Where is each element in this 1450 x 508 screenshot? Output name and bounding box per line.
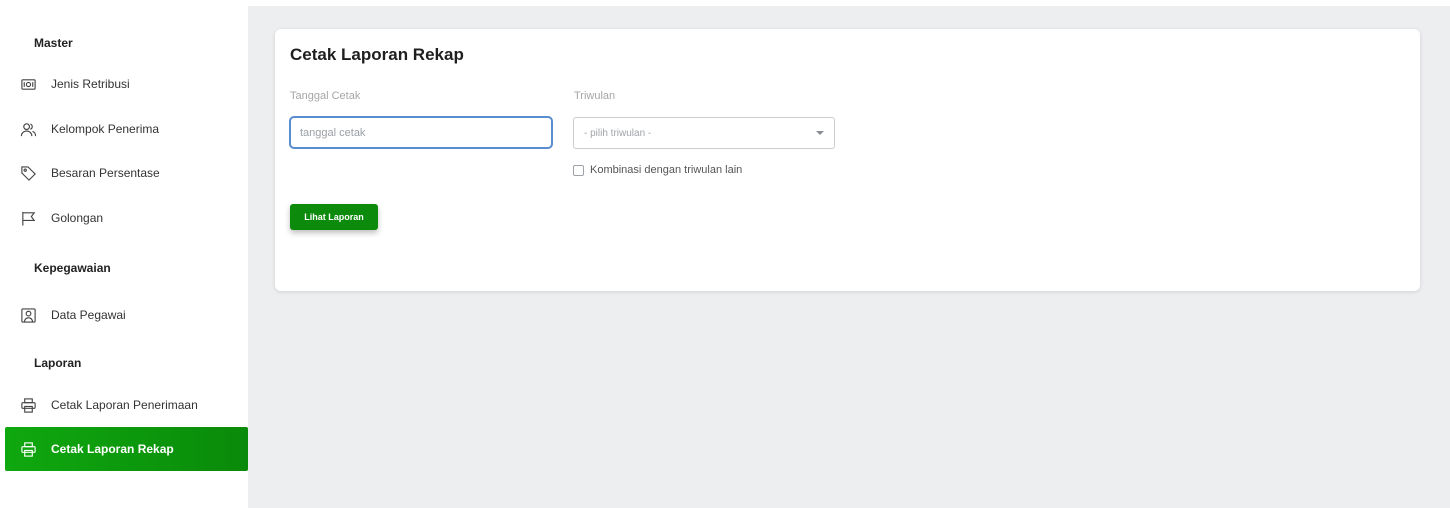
combine-quarter-checkbox[interactable] [573, 164, 584, 176]
printer-icon [19, 396, 37, 414]
chevron-down-icon [816, 131, 824, 135]
report-card: Cetak Laporan Rekap Tanggal Cetak Triwul… [275, 29, 1420, 291]
sidebar-item-cetak-laporan-rekap[interactable]: Cetak Laporan Rekap [5, 427, 248, 471]
sidebar-item-golongan[interactable]: Golongan [5, 196, 248, 240]
printer-icon [19, 440, 37, 458]
date-field-label: Tanggal Cetak [290, 90, 361, 102]
main-content: Cetak Laporan Rekap Tanggal Cetak Triwul… [248, 6, 1450, 508]
sidebar-item-label: Cetak Laporan Penerimaan [51, 398, 198, 412]
sidebar-item-kelompok-penerima[interactable]: Kelompok Penerima [5, 107, 248, 151]
sidebar-item-besaran-persentase[interactable]: Besaran Persentase [5, 151, 248, 195]
sidebar-item-label: Golongan [51, 211, 104, 225]
combine-quarter-option: Kombinasi dengan triwulan lain [573, 164, 742, 176]
sidebar-item-label: Data Pegawai [51, 308, 126, 322]
section-title-laporan: Laporan [34, 356, 82, 370]
quarter-select[interactable]: - pilih triwulan - [573, 117, 835, 149]
sidebar-item-label: Kelompok Penerima [51, 122, 160, 136]
page-title: Cetak Laporan Rekap [290, 45, 464, 64]
sidebar-item-data-pegawai[interactable]: Data Pegawai [5, 293, 248, 337]
flag-icon [19, 209, 37, 227]
sidebar-item-cetak-laporan-penerimaan[interactable]: Cetak Laporan Penerimaan [5, 383, 248, 427]
combine-quarter-label: Kombinasi dengan triwulan lain [590, 164, 743, 176]
sidebar: Master Jenis Retribusi Kelompok Penerima [0, 0, 248, 508]
sidebar-item-label: Cetak Laporan Rekap [51, 442, 174, 456]
money-icon [19, 75, 37, 93]
section-title-kepegawaian: Kepegawaian [34, 261, 111, 275]
sidebar-item-jenis-retribusi[interactable]: Jenis Retribusi [5, 62, 248, 106]
quarter-select-value: - pilih triwulan - [584, 127, 652, 139]
view-report-button[interactable]: Lihat Laporan [290, 204, 378, 230]
date-input[interactable] [289, 116, 553, 149]
sidebar-item-label: Besaran Persentase [51, 166, 160, 180]
user-card-icon [19, 306, 37, 324]
sidebar-item-label: Jenis Retribusi [51, 77, 130, 91]
tag-icon [19, 164, 37, 182]
quarter-field-label: Triwulan [574, 90, 616, 102]
section-title-master: Master [34, 36, 73, 50]
users-icon [19, 120, 37, 138]
